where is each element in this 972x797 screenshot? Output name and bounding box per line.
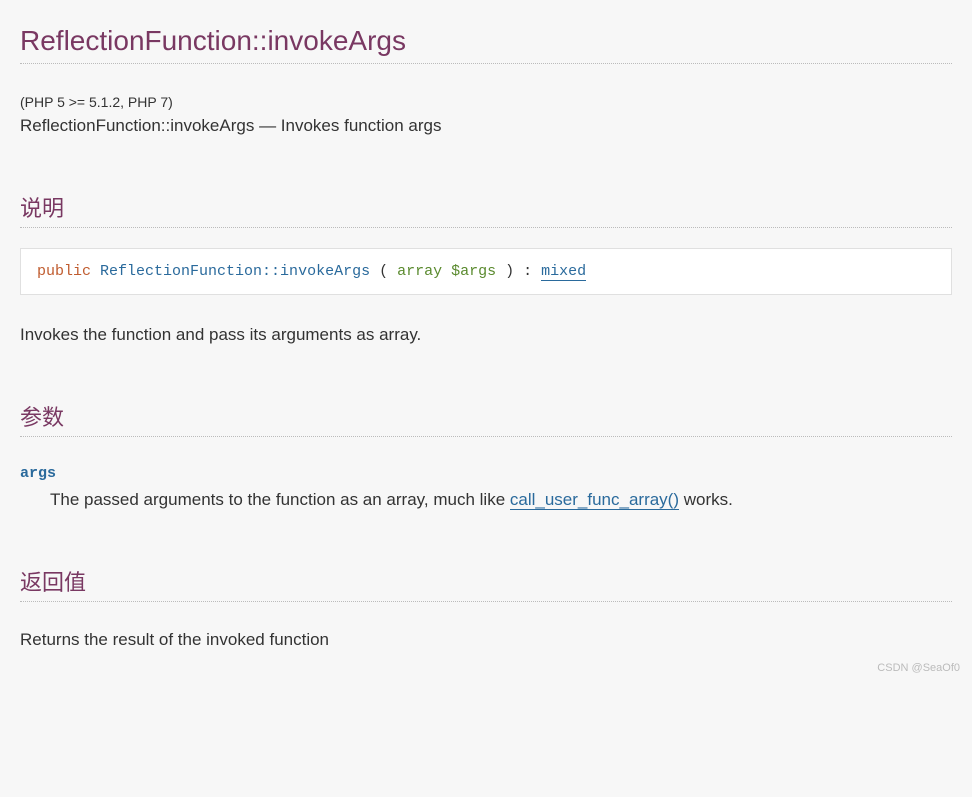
return-type-link[interactable]: mixed bbox=[541, 263, 586, 281]
return-text: Returns the result of the invoked functi… bbox=[20, 630, 952, 650]
call-user-func-array-link[interactable]: call_user_func_array() bbox=[510, 490, 679, 510]
method-synopsis: public ReflectionFunction::invokeArgs ( … bbox=[20, 248, 952, 295]
summary-name: ReflectionFunction::invokeArgs bbox=[20, 116, 254, 135]
param-desc-suffix: works. bbox=[679, 490, 733, 509]
modifier-public: public bbox=[37, 263, 91, 280]
summary-line: ReflectionFunction::invokeArgs — Invokes… bbox=[20, 116, 952, 136]
param-var: $args bbox=[451, 263, 496, 280]
parameter-name-args: args bbox=[20, 465, 952, 482]
section-description-heading: 说明 bbox=[20, 191, 952, 228]
paren-close: ) : bbox=[496, 263, 541, 280]
param-desc-prefix: The passed arguments to the function as … bbox=[50, 490, 510, 509]
section-return-heading: 返回值 bbox=[20, 565, 952, 602]
description-text: Invokes the function and pass its argume… bbox=[20, 325, 952, 345]
paren-open: ( bbox=[370, 263, 397, 280]
summary-sep: — bbox=[254, 116, 280, 135]
parameter-description: The passed arguments to the function as … bbox=[50, 490, 952, 510]
section-parameters-heading: 参数 bbox=[20, 400, 952, 437]
watermark: CSDN @SeaOf0 bbox=[877, 662, 960, 674]
param-type: array bbox=[397, 263, 442, 280]
page-title: ReflectionFunction::invokeArgs bbox=[20, 25, 952, 64]
method-name: ReflectionFunction::invokeArgs bbox=[100, 263, 370, 280]
version-info: (PHP 5 >= 5.1.2, PHP 7) bbox=[20, 94, 952, 110]
summary-desc: Invokes function args bbox=[281, 116, 442, 135]
